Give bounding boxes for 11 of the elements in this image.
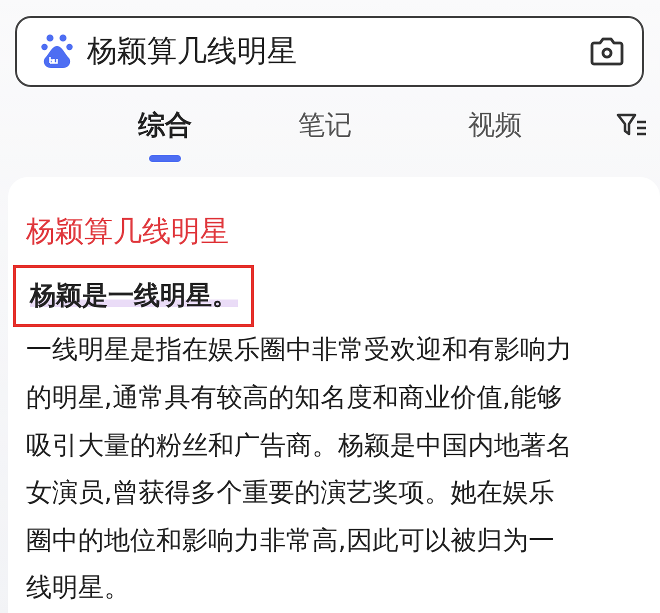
result-title[interactable]: 杨颖算几线明星 xyxy=(26,211,660,252)
tab[interactable]: 视频 xyxy=(430,106,560,162)
tab[interactable]: 笔记 xyxy=(220,106,430,162)
answer-text: 杨颖是一线明星。 xyxy=(30,281,238,312)
search-bar[interactable]: 杨颖算几线明星 xyxy=(15,16,644,87)
result-paragraph: 一线明星是指在娱乐圈中非常受欢迎和有影响力 的明星,通常具有较高的知名度和商业价值,能够 吸引大量的粉丝和广告商。杨颖是中国内地著名 女演员,曾获得多个重要的演艺奖项。她在娱乐 圈中的地位和影响力非常高,因此可以被归为一 线明星。 xyxy=(26,334,573,606)
tab[interactable]: 综合 xyxy=(110,106,220,162)
camera-icon[interactable] xyxy=(590,36,624,66)
paw-logo-icon xyxy=(41,33,73,70)
filter-icon[interactable] xyxy=(616,112,648,137)
search-field[interactable]: 杨颖算几线明星 xyxy=(87,34,576,69)
